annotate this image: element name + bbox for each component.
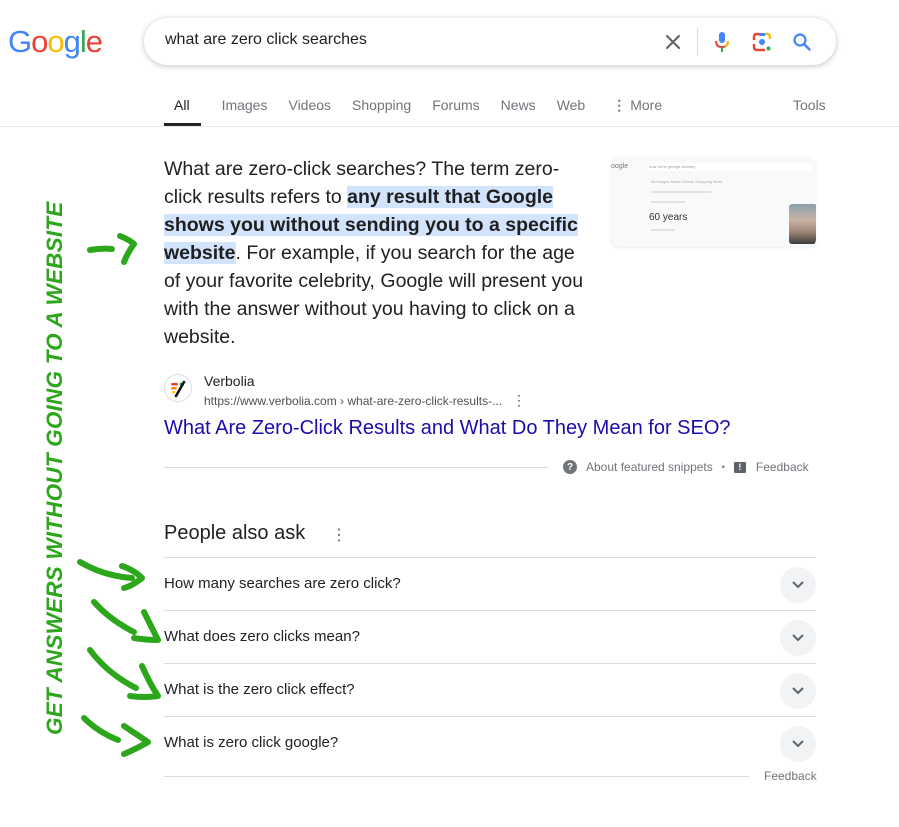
annotation-arrow-icon: [77, 559, 145, 591]
source-name[interactable]: Verbolia: [204, 373, 255, 389]
paa-feedback-link[interactable]: Feedback: [764, 769, 817, 783]
thumb-line: [651, 191, 711, 193]
thumb-line: [651, 201, 685, 203]
tab-more-label: More: [630, 97, 663, 113]
search-button[interactable]: [782, 22, 822, 62]
annotation-arrow-icon: [91, 599, 161, 643]
snippet-footer: ? About featured snippets • ! Feedback: [563, 460, 809, 474]
paa-question-text: How many searches are zero click?: [164, 575, 401, 592]
paa-list: How many searches are zero click? What d…: [164, 557, 816, 769]
paa-question[interactable]: What is zero click google?: [164, 716, 816, 769]
tab-news[interactable]: News: [501, 90, 536, 126]
thumb-logo: oogle: [611, 163, 629, 170]
google-logo[interactable]: Google: [8, 24, 103, 60]
chevron-down-icon[interactable]: [780, 620, 816, 656]
tab-forums[interactable]: Forums: [432, 90, 479, 126]
dot-separator: •: [721, 462, 725, 472]
google-lens-icon: [752, 32, 772, 51]
chevron-down-icon[interactable]: [780, 726, 816, 762]
result-title-link[interactable]: What Are Zero-Click Results and What Do …: [164, 417, 731, 440]
logo-letter: o: [31, 24, 48, 59]
source-url[interactable]: https://www.verbolia.com › what-are-zero…: [204, 394, 502, 408]
snippet-feedback-link[interactable]: Feedback: [756, 460, 809, 474]
featured-snippet-text: What are zero-click searches? The term z…: [164, 155, 594, 351]
clear-icon: [666, 34, 680, 49]
lens-search-button[interactable]: [742, 22, 782, 62]
annotation-text: GET ANSWERS WITHOUT GOING TO A WEBSITE: [42, 201, 67, 735]
about-featured-snippets-link[interactable]: About featured snippets: [586, 460, 713, 474]
snippet-thumbnail[interactable]: oogle how old is george clooney All Imag…: [611, 157, 816, 247]
thumb-age: 60 years: [649, 212, 688, 223]
tab-web[interactable]: Web: [557, 90, 586, 126]
tab-videos[interactable]: Videos: [288, 90, 331, 126]
feedback-icon: !: [733, 461, 746, 473]
clear-button[interactable]: [653, 22, 693, 62]
logo-letter: g: [63, 24, 81, 59]
thumb-photo: [789, 204, 816, 244]
paa-divider: [164, 776, 749, 777]
chevron-down-icon[interactable]: [780, 673, 816, 709]
search-divider: [697, 27, 698, 56]
search-input[interactable]: what are zero click searches: [165, 31, 367, 49]
tabs-divider: [0, 126, 899, 127]
search-tabs: All Images Videos Shopping Forums News W…: [164, 90, 683, 126]
thumb-tabs: All Images News Videos Shopping More: [651, 179, 723, 184]
thumb-date: [651, 229, 675, 231]
voice-search-button[interactable]: [702, 22, 742, 62]
help-icon: ?: [563, 460, 577, 474]
tab-images[interactable]: Images: [222, 90, 268, 126]
more-vert-icon: ⋮: [612, 97, 627, 113]
tab-shopping[interactable]: Shopping: [352, 90, 411, 126]
annotation-arrow-icon: [87, 647, 161, 700]
paa-question-text: What is the zero click effect?: [164, 681, 355, 698]
chevron-down-icon[interactable]: [780, 567, 816, 603]
paa-more-options-icon[interactable]: ⋮: [331, 525, 347, 545]
tools-button[interactable]: Tools: [793, 97, 826, 113]
paa-question[interactable]: What is the zero click effect?: [164, 663, 816, 716]
paa-question[interactable]: What does zero clicks mean?: [164, 610, 816, 663]
paa-question[interactable]: How many searches are zero click?: [164, 557, 816, 610]
annotation-arrow-icon: [81, 715, 151, 757]
paa-question-text: What does zero clicks mean?: [164, 628, 360, 645]
search-box[interactable]: what are zero click searches: [144, 18, 836, 65]
verbolia-favicon[interactable]: [164, 374, 192, 402]
logo-letter: G: [8, 24, 32, 59]
search-icon: [793, 32, 811, 51]
tab-more[interactable]: ⋮ More: [612, 90, 662, 126]
logo-letter: o: [47, 24, 64, 59]
logo-letter: e: [85, 24, 103, 59]
more-options-icon[interactable]: ⋮: [512, 392, 526, 409]
search-actions: [653, 18, 822, 65]
tab-all[interactable]: All: [164, 90, 201, 126]
verbolia-logo-icon: [171, 380, 186, 398]
paa-question-text: What is zero click google?: [164, 734, 339, 751]
annotation-arrow-icon: [87, 233, 137, 265]
snippet-divider: [164, 467, 548, 468]
microphone-icon: [715, 31, 729, 52]
paa-heading: People also ask: [164, 522, 306, 544]
thumb-search-bar: how old is george clooney: [647, 163, 812, 171]
